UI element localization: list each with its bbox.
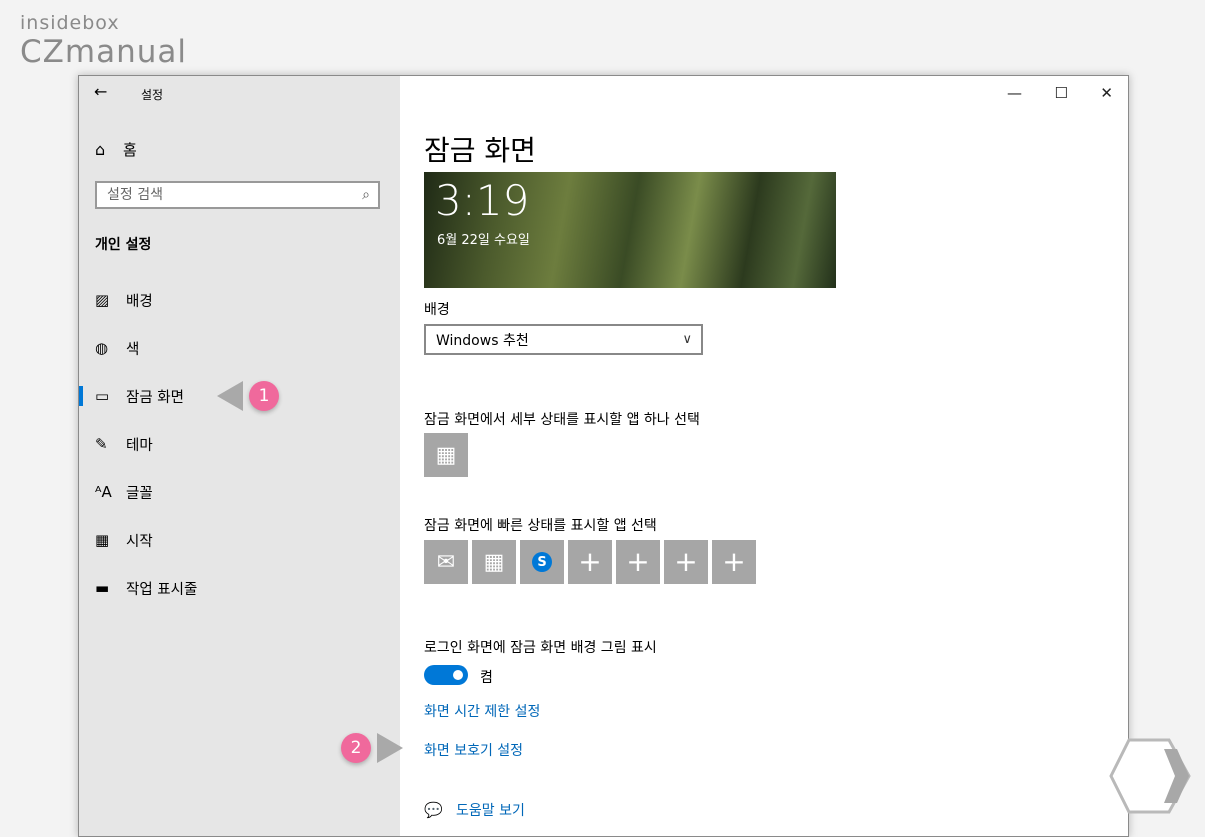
lock-screen-preview: 3:19 6월 22일 수요일 <box>424 172 836 288</box>
font-icon: ᴬA <box>95 483 112 501</box>
minimize-icon[interactable]: — <box>1007 84 1022 102</box>
annotation-badge-2: 2 <box>341 733 371 763</box>
palette-icon: ◍ <box>95 339 109 357</box>
watermark-line2: CZmanual <box>20 34 187 70</box>
maximize-icon[interactable]: ☐ <box>1055 84 1068 102</box>
start-icon: ▦ <box>95 531 110 549</box>
help-label: 도움말 보기 <box>456 803 525 819</box>
sidebar-item-label: 잠금 화면 <box>126 389 184 406</box>
hexagon-logo-icon <box>1109 737 1191 819</box>
login-background-label: 로그인 화면에 잠금 화면 배경 그림 표시 <box>424 640 657 656</box>
detailed-status-app-tile[interactable]: ▦ <box>424 433 468 477</box>
sidebar-item-background[interactable]: ▨ 배경 <box>79 276 400 324</box>
sidebar-nav: ▨ 배경 ◍ 색 ▭ 잠금 화면 ✎ 테마 ᴬA 글꼴 ▦ 시작 ▬ 작업 표시… <box>79 276 400 612</box>
calendar-icon: ▦ <box>483 549 505 575</box>
sidebar-item-label: 글꼴 <box>126 485 153 502</box>
sidebar-item-label: 색 <box>126 341 140 358</box>
home-icon: ⌂ <box>95 140 106 159</box>
sidebar-item-label: 시작 <box>126 533 153 550</box>
mail-icon: ✉ <box>436 549 456 575</box>
quick-status-tile-add[interactable]: + <box>712 540 756 584</box>
search-icon[interactable]: ⌕ <box>362 187 370 203</box>
sidebar: ← 설정 ⌂ 홈 ⌕ 개인 설정 ▨ 배경 ◍ 색 ▭ 잠금 화면 <box>79 76 400 836</box>
sidebar-item-theme[interactable]: ✎ 테마 <box>79 420 400 468</box>
annotation-marker-1: 1 <box>217 381 279 411</box>
plus-icon: + <box>674 545 698 578</box>
sidebar-item-fonts[interactable]: ᴬA 글꼴 <box>79 468 400 516</box>
get-help-link[interactable]: 💬 도움말 보기 <box>424 800 525 820</box>
home-link[interactable]: ⌂ 홈 <box>95 139 137 160</box>
background-label: 배경 <box>424 302 450 318</box>
preview-date: 6월 22일 수요일 <box>437 233 530 248</box>
toggle-state-label: 켬 <box>480 670 493 686</box>
help-chat-icon: 💬 <box>424 801 443 819</box>
annotation-marker-2: 2 <box>341 733 403 763</box>
toggle-knob <box>453 670 463 680</box>
background-dropdown[interactable]: Windows 추천 ∨ <box>424 324 703 355</box>
quick-status-label: 잠금 화면에 빠른 상태를 표시할 앱 선택 <box>424 518 657 534</box>
home-label: 홈 <box>123 141 137 159</box>
section-title: 개인 설정 <box>95 237 152 253</box>
page-title: 잠금 화면 <box>424 134 536 167</box>
sidebar-item-taskbar[interactable]: ▬ 작업 표시줄 <box>79 564 400 612</box>
background-dropdown-value: Windows 추천 <box>436 332 529 349</box>
search-input[interactable] <box>105 186 363 204</box>
sidebar-item-start[interactable]: ▦ 시작 <box>79 516 400 564</box>
window-title: 설정 <box>141 88 164 102</box>
quick-status-tile-add[interactable]: + <box>616 540 660 584</box>
quick-status-tile-skype[interactable]: S <box>520 540 564 584</box>
screen-saver-settings-link[interactable]: 화면 보호기 설정 <box>424 740 523 760</box>
sidebar-item-label: 테마 <box>126 437 153 454</box>
login-background-toggle[interactable] <box>424 665 468 685</box>
skype-icon: S <box>532 552 552 572</box>
chevron-down-icon: ∨ <box>682 332 692 347</box>
taskbar-icon: ▬ <box>95 579 110 597</box>
lock-screen-icon: ▭ <box>95 387 110 405</box>
back-arrow-icon[interactable]: ← <box>94 82 107 101</box>
quick-status-tile-mail[interactable]: ✉ <box>424 540 468 584</box>
arrow-left-icon <box>217 381 243 411</box>
sidebar-item-color[interactable]: ◍ 색 <box>79 324 400 372</box>
screen-timeout-settings-link[interactable]: 화면 시간 제한 설정 <box>424 701 540 721</box>
picture-icon: ▨ <box>95 291 110 309</box>
preview-time: 3:19 <box>435 176 530 225</box>
sidebar-item-label: 배경 <box>126 293 153 310</box>
plus-icon: + <box>626 545 650 578</box>
detailed-status-label: 잠금 화면에서 세부 상태를 표시할 앱 하나 선택 <box>424 412 700 428</box>
plus-icon: + <box>578 545 602 578</box>
quick-status-tile-add[interactable]: + <box>664 540 708 584</box>
calendar-icon: ▦ <box>435 442 457 468</box>
search-box[interactable]: ⌕ <box>95 181 380 209</box>
theme-icon: ✎ <box>95 435 108 453</box>
title-bar: ← 설정 <box>79 76 400 108</box>
plus-icon: + <box>722 545 746 578</box>
settings-window: ← 설정 ⌂ 홈 ⌕ 개인 설정 ▨ 배경 ◍ 색 ▭ 잠금 화면 <box>78 75 1129 837</box>
annotation-badge-1: 1 <box>249 381 279 411</box>
sidebar-item-label: 작업 표시줄 <box>126 581 198 598</box>
content-pane: — ☐ ✕ 잠금 화면 3:19 6월 22일 수요일 배경 Windows 추… <box>400 76 1128 836</box>
close-icon[interactable]: ✕ <box>1100 84 1113 102</box>
watermark-logo: insidebox CZmanual <box>20 12 187 69</box>
quick-status-tile-add[interactable]: + <box>568 540 612 584</box>
arrow-right-icon <box>377 733 403 763</box>
quick-status-tile-calendar[interactable]: ▦ <box>472 540 516 584</box>
watermark-line1: insidebox <box>20 12 120 34</box>
